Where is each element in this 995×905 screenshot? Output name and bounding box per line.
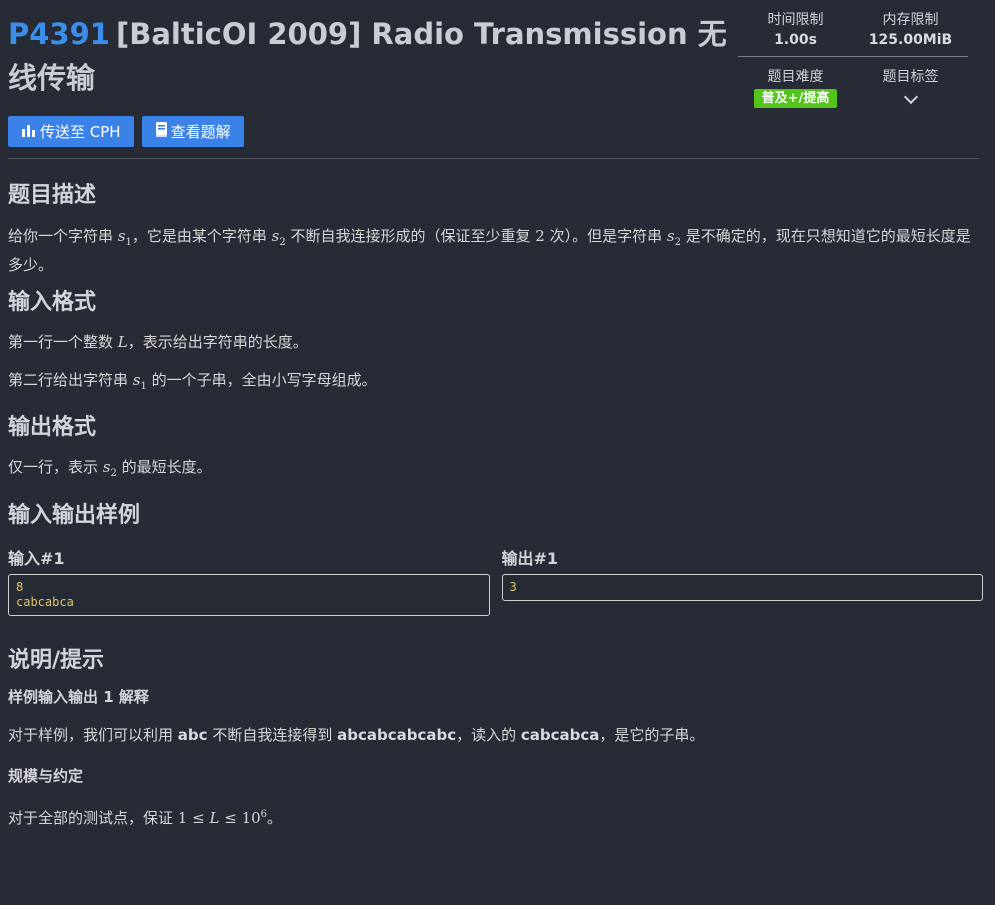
- description-text: 给你一个字符串 s1，它是由某个字符串 s2 不断自我连接形成的（保证至少重复 …: [8, 227, 971, 274]
- send-to-cph-label: 传送至 CPH: [40, 123, 121, 141]
- sample-output-label: 输出#1: [501, 549, 559, 568]
- output-format-heading: 输出格式: [8, 415, 97, 440]
- output-format-line: 仅一行，表示 s2 的最短长度。: [8, 458, 212, 479]
- sample-io: 输入#1 8 cabcabca 输出#1 3: [8, 544, 983, 616]
- memory-limit: 内存限制 125.00MiB: [868, 12, 953, 48]
- problem-stats: 时间限制 1.00s 内存限制 125.00MiB 题目难度 普及+/提高 题目…: [738, 8, 968, 108]
- difficulty: 题目难度 普及+/提高: [738, 65, 853, 108]
- book-icon: [155, 122, 168, 141]
- action-buttons: 传送至 CPH 查看题解: [8, 116, 244, 147]
- stats-divider: [738, 56, 968, 57]
- difficulty-badge[interactable]: 普及+/提高: [753, 89, 838, 108]
- sample-input-label: 输入#1: [8, 549, 65, 568]
- description-heading: 题目描述: [8, 183, 97, 208]
- view-solution-label: 查看题解: [170, 123, 231, 141]
- header-divider: [8, 158, 979, 159]
- tags-toggle[interactable]: 题目标签: [853, 65, 968, 108]
- hint-subheading-2: 规模与约定: [8, 767, 84, 785]
- bar-chart-icon: [21, 123, 37, 141]
- sample-input-block: 输入#1 8 cabcabca: [8, 544, 490, 616]
- hint-text-2: 对于全部的测试点，保证 1 ≤ L ≤ 106。: [8, 809, 283, 827]
- problem-id: P4391: [8, 17, 110, 51]
- problem-content: 题目描述 给你一个字符串 s1，它是由某个字符串 s2 不断自我连接形成的（保证…: [8, 168, 983, 830]
- sample-input-code[interactable]: 8 cabcabca: [8, 574, 490, 616]
- time-limit: 时间限制 1.00s: [767, 12, 824, 48]
- view-solution-button[interactable]: 查看题解: [141, 116, 244, 147]
- input-format-line2: 第二行给出字符串 s1 的一个子串，全由小写字母组成。: [8, 371, 377, 392]
- hint-subheading-1: 样例输入输出 1 解释: [8, 688, 149, 706]
- input-format-line1: 第一行一个整数 L，表示给出字符串的长度。: [8, 333, 308, 351]
- input-format-heading: 输入格式: [8, 290, 97, 315]
- page-title: P4391 [BalticOI 2009] Radio Transmission …: [8, 12, 733, 100]
- problem-header: P4391 [BalticOI 2009] Radio Transmission …: [8, 8, 988, 158]
- send-to-cph-button[interactable]: 传送至 CPH: [8, 116, 134, 147]
- samples-heading: 输入输出样例: [8, 503, 141, 528]
- hint-heading: 说明/提示: [8, 648, 105, 673]
- chevron-down-icon[interactable]: [903, 89, 918, 105]
- problem-title: [BalticOI 2009] Radio Transmission 无线传输: [8, 17, 727, 95]
- hint-text-1: 对于样例，我们可以利用 abc 不断自我连接得到 abcabcabcabc，读入…: [8, 726, 705, 744]
- sample-output-code[interactable]: 3: [501, 574, 983, 601]
- sample-output-block: 输出#1 3: [501, 544, 983, 616]
